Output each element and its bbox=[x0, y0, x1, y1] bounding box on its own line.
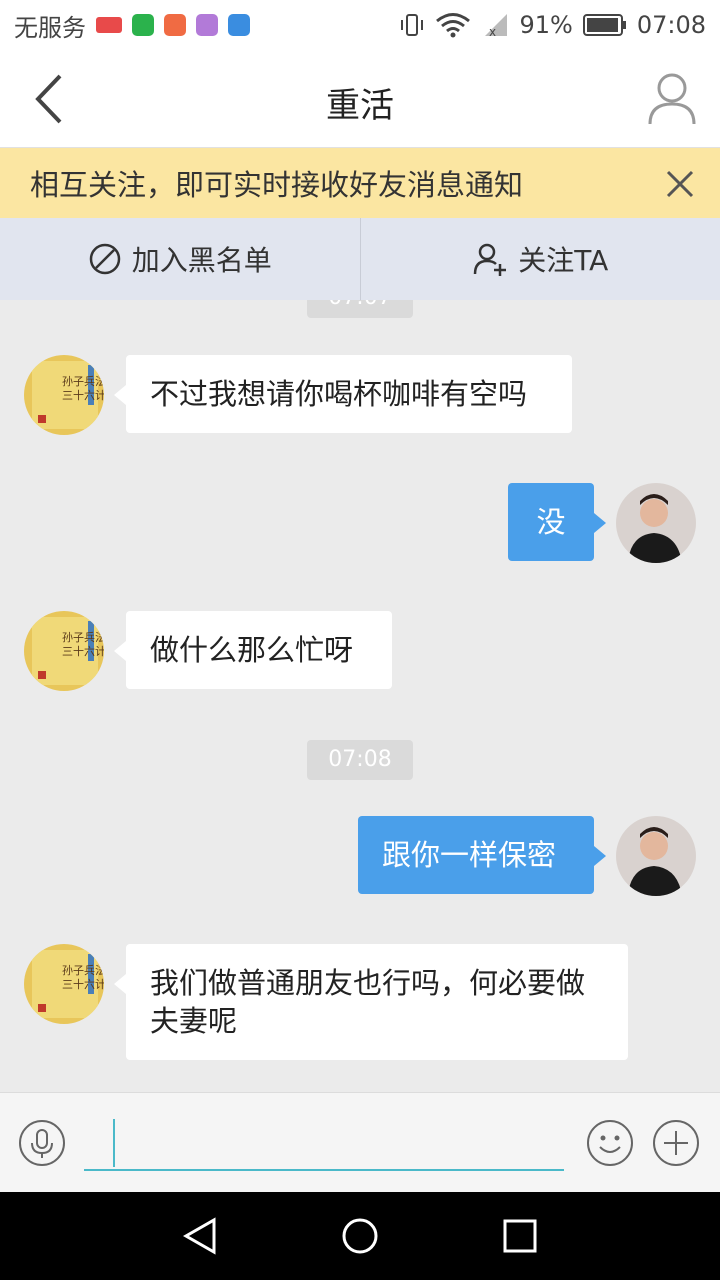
notice-close-button[interactable] bbox=[660, 164, 700, 204]
message-bubble-sent[interactable]: 跟你一样保密 bbox=[358, 816, 606, 894]
wechat-app-icon bbox=[132, 14, 154, 36]
circle-home-icon bbox=[342, 1218, 378, 1254]
svg-text:孙子兵法: 孙子兵法 bbox=[62, 374, 104, 388]
battery-icon bbox=[582, 14, 626, 36]
chat-message-list[interactable]: 07:07 孙子兵法三十六计 不过我想请你喝杯咖啡有空吗 没 孙子兵法三十六计 … bbox=[0, 300, 720, 1092]
gallery-app-icon bbox=[196, 14, 218, 36]
emoji-button[interactable] bbox=[586, 1119, 634, 1167]
contact-avatar[interactable]: 孙子兵法 三十六计 bbox=[24, 944, 104, 1024]
book-cover-avatar-image: 孙子兵法三十六计 bbox=[24, 611, 104, 691]
timestamp: 07:08 bbox=[307, 740, 413, 780]
microphone-icon bbox=[19, 1120, 65, 1166]
notice-text: 相互关注，即可实时接收好友消息通知 bbox=[30, 168, 524, 202]
svg-text:孙子兵法: 孙子兵法 bbox=[62, 630, 104, 644]
blacklist-label: 加入黑名单 bbox=[131, 244, 272, 277]
wifi-icon bbox=[436, 13, 471, 38]
battery-percent: 91% bbox=[519, 11, 573, 39]
follow-notice-banner: 相互关注，即可实时接收好友消息通知 bbox=[0, 148, 720, 218]
status-right: x 91% 07:08 bbox=[399, 11, 706, 39]
block-icon bbox=[89, 243, 120, 275]
nav-recents-button[interactable] bbox=[500, 1216, 540, 1256]
svg-text:三十六计: 三十六计 bbox=[62, 977, 104, 991]
triangle-back-icon bbox=[182, 1217, 216, 1255]
svg-text:孙子兵法: 孙子兵法 bbox=[62, 963, 104, 977]
system-navigation-bar bbox=[0, 1192, 720, 1280]
voice-input-button[interactable] bbox=[18, 1119, 66, 1167]
plus-icon bbox=[653, 1120, 699, 1166]
page-title: 重活 bbox=[326, 86, 394, 126]
message-input[interactable] bbox=[84, 1115, 564, 1171]
contact-avatar[interactable]: 孙子兵法 三十六计 bbox=[24, 611, 104, 691]
user-avatar[interactable] bbox=[616, 483, 696, 563]
shield-app-icon bbox=[228, 14, 250, 36]
message-bubble-received[interactable]: 不过我想请你喝杯咖啡有空吗 bbox=[114, 355, 572, 433]
toutiao-app-icon bbox=[96, 17, 122, 33]
chevron-left-icon bbox=[35, 74, 62, 124]
nav-home-button[interactable] bbox=[340, 1216, 380, 1256]
message-bubble-sent[interactable]: 没 bbox=[508, 483, 606, 561]
book-cover-avatar-image: 孙子兵法三十六计 bbox=[24, 355, 104, 435]
user-photo-avatar-image bbox=[616, 483, 696, 563]
more-options-button[interactable] bbox=[652, 1119, 700, 1167]
signal-icon: x bbox=[485, 14, 508, 38]
add-to-blacklist-button[interactable]: 加入黑名单 bbox=[0, 218, 360, 300]
close-icon bbox=[666, 170, 694, 198]
profile-button[interactable] bbox=[646, 70, 698, 128]
svg-text:三十六计: 三十六计 bbox=[62, 388, 104, 402]
user-photo-avatar-image bbox=[616, 816, 696, 896]
message-input-bar bbox=[0, 1092, 720, 1192]
vibrate-icon bbox=[401, 14, 424, 36]
nav-back-button[interactable] bbox=[180, 1216, 220, 1256]
svg-text:x: x bbox=[489, 25, 496, 38]
follow-button[interactable]: 关注TA bbox=[361, 218, 720, 300]
chat-header: 重活 bbox=[0, 50, 720, 148]
message-bubble-received[interactable]: 做什么那么忙呀 bbox=[114, 611, 392, 689]
status-bar: 无服务 x 91% 07:08 bbox=[0, 0, 720, 50]
message-bubble-received[interactable]: 我们做普通朋友也行吗，何必要做夫妻呢 bbox=[114, 944, 628, 1060]
text-cursor bbox=[113, 1119, 115, 1167]
square-recents-icon bbox=[503, 1219, 537, 1253]
meituan-app-icon bbox=[164, 14, 186, 36]
clock: 07:08 bbox=[636, 11, 706, 39]
user-avatar[interactable] bbox=[616, 816, 696, 896]
add-user-icon bbox=[473, 243, 507, 276]
timestamp: 07:07 bbox=[307, 300, 413, 318]
back-button[interactable] bbox=[28, 72, 78, 126]
action-bar: 加入黑名单 关注TA bbox=[0, 218, 720, 300]
user-icon bbox=[648, 73, 696, 125]
status-left: 无服务 bbox=[14, 8, 250, 43]
smiley-icon bbox=[587, 1120, 633, 1166]
svg-text:三十六计: 三十六计 bbox=[62, 644, 104, 658]
carrier-text: 无服务 bbox=[14, 13, 86, 42]
follow-label: 关注TA bbox=[518, 244, 609, 277]
contact-avatar[interactable]: 孙子兵法 三十六计 bbox=[24, 355, 104, 435]
book-cover-avatar-image: 孙子兵法三十六计 bbox=[24, 944, 104, 1024]
